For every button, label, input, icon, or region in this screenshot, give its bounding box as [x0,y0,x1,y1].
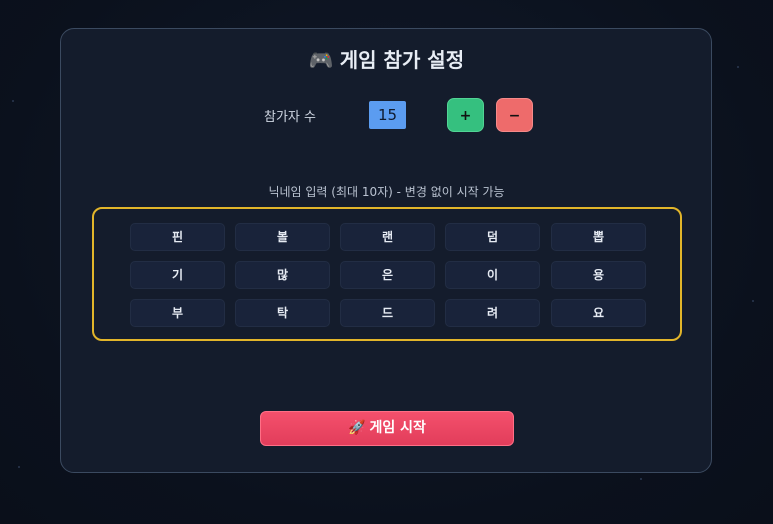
page-title: 🎮 게임 참가 설정 [0,44,773,73]
start-game-button[interactable]: 🚀 게임 시작 [260,411,514,446]
start-game-label: 게임 시작 [369,420,426,436]
gamepad-icon: 🎮 [308,48,334,72]
participant-count-label: 참가자 수 [264,110,316,125]
nickname-input[interactable]: 랜 [340,223,435,251]
participant-count-input[interactable]: 15 [369,101,406,129]
nickname-input[interactable]: 드 [340,299,435,327]
star [752,300,754,302]
nickname-input[interactable]: 려 [445,299,540,327]
nickname-input[interactable]: 이 [445,261,540,289]
nickname-input[interactable]: 용 [551,261,646,289]
nickname-input[interactable]: 많 [235,261,330,289]
star [18,466,20,468]
star [640,478,642,480]
nickname-input[interactable]: 탁 [235,299,330,327]
nickname-input[interactable]: 요 [551,299,646,327]
nickname-input[interactable]: 핀 [130,223,225,251]
rocket-icon: 🚀 [348,420,366,436]
page-title-text: 게임 참가 설정 [339,48,465,72]
nickname-input[interactable]: 부 [130,299,225,327]
increase-button[interactable]: + [447,98,484,132]
decrease-button[interactable]: − [496,98,533,132]
nickname-input[interactable]: 뽑 [551,223,646,251]
nickname-input[interactable]: 기 [130,261,225,289]
nickname-label: 닉네임 입력 (최대 10자) - 변경 없이 시작 가능 [268,185,505,199]
nickname-input[interactable]: 덤 [445,223,540,251]
nickname-input[interactable]: 볼 [235,223,330,251]
nickname-input[interactable]: 은 [340,261,435,289]
star [12,100,14,102]
